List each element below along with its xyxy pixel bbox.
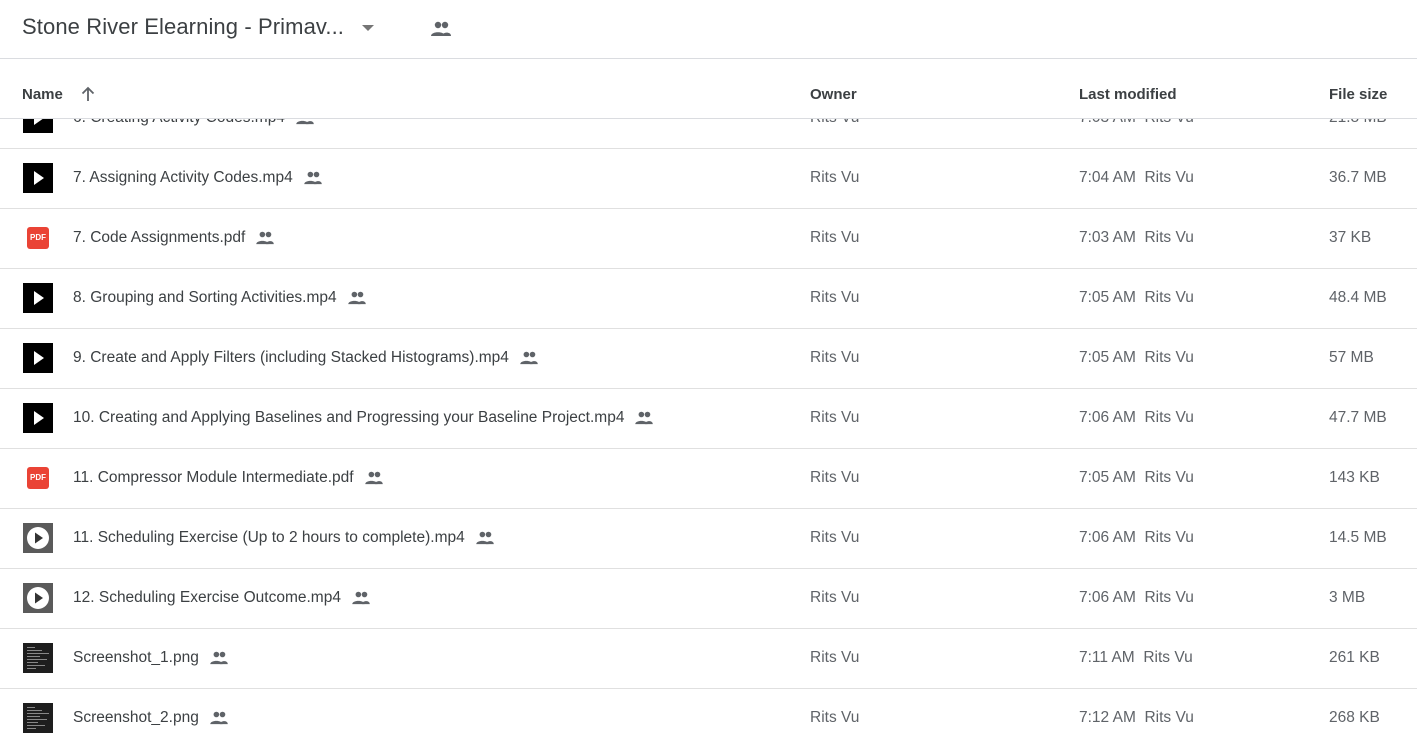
file-last-modified: 7:03 AM Rits Vu	[1079, 229, 1194, 246]
file-owner: Rits Vu	[810, 529, 860, 546]
file-name-cell[interactable]: 7. Assigning Activity Codes.mp4	[73, 169, 323, 187]
file-owner: Rits Vu	[810, 289, 860, 306]
file-last-modified: 7:06 AM Rits Vu	[1079, 409, 1194, 426]
file-size: 261 KB	[1329, 649, 1380, 666]
file-name[interactable]: Screenshot_2.png	[73, 709, 199, 727]
file-name-cell[interactable]: 10. Creating and Applying Baselines and …	[73, 409, 654, 427]
file-name-cell[interactable]: 11. Compressor Module Intermediate.pdf	[73, 469, 384, 487]
video-icon	[23, 163, 53, 193]
file-last-modified: 7:11 AM Rits Vu	[1079, 649, 1193, 666]
file-owner: Rits Vu	[810, 409, 860, 426]
file-row[interactable]: Screenshot_2.png Rits Vu 7:12 AM Rits Vu 26…	[0, 688, 1417, 744]
video-icon	[23, 283, 53, 313]
file-name-cell[interactable]: Screenshot_1.png	[73, 649, 229, 667]
file-name[interactable]: 11. Compressor Module Intermediate.pdf	[73, 469, 354, 487]
file-owner: Rits Vu	[810, 709, 860, 726]
file-last-modified: 7:06 AM Rits Vu	[1079, 529, 1194, 546]
file-row[interactable]: 12. Scheduling Exercise Outcome.mp4 Rits …	[0, 568, 1417, 629]
file-row[interactable]: 7. Assigning Activity Codes.mp4 Rits Vu 7:…	[0, 148, 1417, 209]
file-last-modified: 7:05 AM Rits Vu	[1079, 349, 1194, 366]
video-icon	[23, 403, 53, 433]
file-size: 14.5 MB	[1329, 529, 1387, 546]
file-size: 3 MB	[1329, 589, 1366, 606]
file-owner: Rits Vu	[810, 649, 860, 666]
file-row[interactable]: PDF 7. Code Assignments.pdf Rits Vu 7:03 AM…	[0, 208, 1417, 269]
file-row[interactable]: 8. Grouping and Sorting Activities.mp4 Ri…	[0, 268, 1417, 329]
file-row[interactable]: Screenshot_1.png Rits Vu 7:11 AM Rits Vu 26…	[0, 628, 1417, 689]
top-bar: Stone River Elearning - Primav...	[0, 0, 1417, 59]
file-name[interactable]: Screenshot_1.png	[73, 649, 199, 667]
shared-people-icon[interactable]	[430, 21, 452, 37]
column-header-name[interactable]: Name	[22, 86, 63, 103]
file-name[interactable]: 7. Code Assignments.pdf	[73, 229, 245, 247]
file-last-modified: 7:05 AM Rits Vu	[1079, 469, 1194, 486]
file-name[interactable]: 9. Create and Apply Filters (including S…	[73, 349, 509, 367]
file-name-cell[interactable]: 12. Scheduling Exercise Outcome.mp4	[73, 589, 371, 607]
file-size: 268 KB	[1329, 709, 1380, 726]
shared-icon	[351, 591, 371, 605]
file-row[interactable]: 10. Creating and Applying Baselines and …	[0, 388, 1417, 449]
file-size: 48.4 MB	[1329, 289, 1387, 306]
video-icon	[23, 343, 53, 373]
pdf-icon: PDF	[27, 227, 49, 249]
file-size: 47.7 MB	[1329, 409, 1387, 426]
file-name[interactable]: 7. Assigning Activity Codes.mp4	[73, 169, 293, 187]
file-owner: Rits Vu	[810, 169, 860, 186]
shared-icon	[347, 291, 367, 305]
image-thumbnail-icon	[23, 643, 53, 673]
folder-title[interactable]: Stone River Elearning - Primav...	[22, 14, 344, 40]
file-row[interactable]: 11. Scheduling Exercise (Up to 2 hours t…	[0, 508, 1417, 569]
file-name-cell[interactable]: Screenshot_2.png	[73, 709, 229, 727]
file-name-cell[interactable]: 8. Grouping and Sorting Activities.mp4	[73, 289, 367, 307]
file-last-modified: 7:05 AM Rits Vu	[1079, 289, 1194, 306]
file-name[interactable]: 10. Creating and Applying Baselines and …	[73, 409, 624, 427]
file-size: 143 KB	[1329, 469, 1380, 486]
column-header-file-size[interactable]: File size	[1329, 86, 1387, 103]
file-size: 57 MB	[1329, 349, 1374, 366]
shared-icon	[519, 351, 539, 365]
video-round-icon	[23, 523, 53, 553]
file-owner: Rits Vu	[810, 589, 860, 606]
file-row[interactable]: PDF 11. Compressor Module Intermediate.pd…	[0, 448, 1417, 509]
file-name[interactable]: 11. Scheduling Exercise (Up to 2 hours t…	[73, 529, 465, 547]
file-name-cell[interactable]: 9. Create and Apply Filters (including S…	[73, 349, 539, 367]
sort-ascending-icon[interactable]	[79, 85, 97, 103]
shared-icon	[255, 231, 275, 245]
file-owner: Rits Vu	[810, 469, 860, 486]
file-row[interactable]: 9. Create and Apply Filters (including S…	[0, 328, 1417, 389]
shared-icon	[475, 531, 495, 545]
file-size: 37 KB	[1329, 229, 1372, 246]
chevron-down-icon[interactable]	[362, 25, 374, 31]
column-header-row: Name Owner Last modified File size	[0, 59, 1417, 119]
file-size: 36.7 MB	[1329, 169, 1387, 186]
file-last-modified: 7:04 AM Rits Vu	[1079, 169, 1194, 186]
file-name-cell[interactable]: 7. Code Assignments.pdf	[73, 229, 275, 247]
column-header-last-modified[interactable]: Last modified	[1079, 86, 1177, 103]
file-last-modified: 7:12 AM Rits Vu	[1079, 709, 1194, 726]
video-round-icon	[23, 583, 53, 613]
shared-icon	[209, 651, 229, 665]
shared-icon	[364, 471, 384, 485]
file-owner: Rits Vu	[810, 349, 860, 366]
file-name[interactable]: 12. Scheduling Exercise Outcome.mp4	[73, 589, 341, 607]
file-list: 6. Creating Activity Codes.mp4Rits Vu7:0…	[0, 88, 1417, 744]
image-thumbnail-icon	[23, 703, 53, 733]
shared-icon	[634, 411, 654, 425]
pdf-icon: PDF	[27, 467, 49, 489]
file-last-modified: 7:06 AM Rits Vu	[1079, 589, 1194, 606]
file-name[interactable]: 8. Grouping and Sorting Activities.mp4	[73, 289, 337, 307]
shared-icon	[303, 171, 323, 185]
shared-icon	[209, 711, 229, 725]
column-header-owner[interactable]: Owner	[810, 86, 857, 103]
file-name-cell[interactable]: 11. Scheduling Exercise (Up to 2 hours t…	[73, 529, 495, 547]
file-owner: Rits Vu	[810, 229, 860, 246]
